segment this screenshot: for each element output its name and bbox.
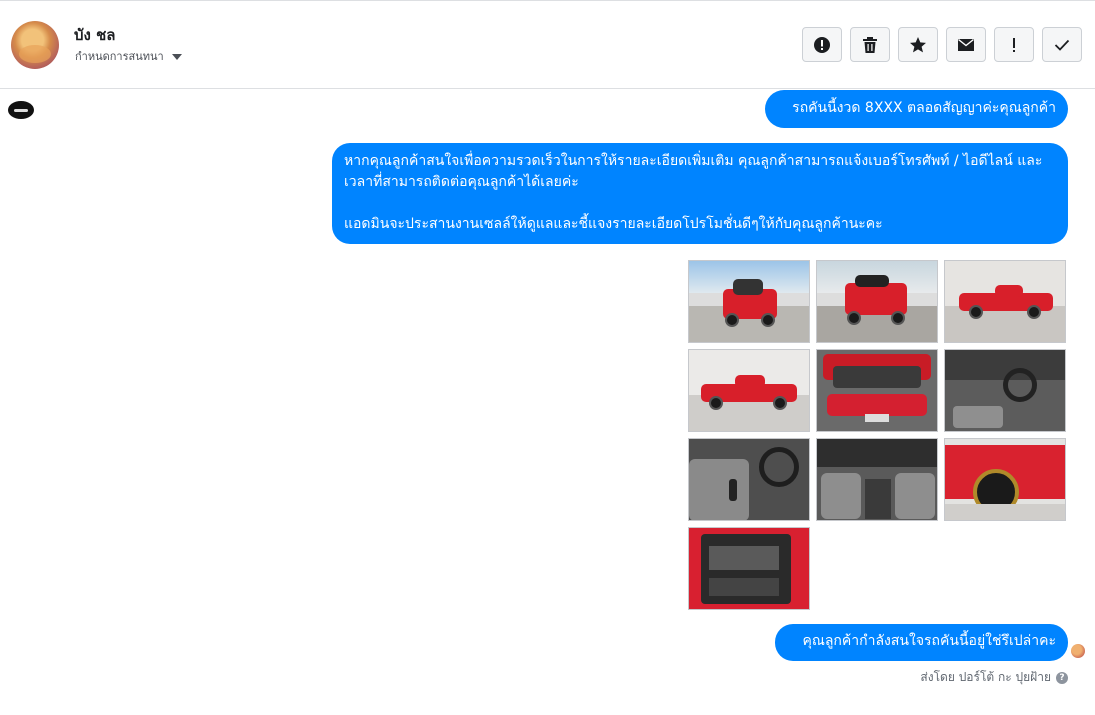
mark-done-button[interactable] (1042, 27, 1082, 62)
attachment-image[interactable] (944, 349, 1066, 432)
contact-name[interactable]: บัง ชล (74, 23, 115, 47)
message-bubble[interactable]: คุณลูกค้ากำลังสนใจรถคันนี้อยู่ใช่รึเปล่า… (775, 624, 1068, 661)
attachment-image[interactable] (816, 260, 938, 343)
envelope-icon (958, 38, 974, 51)
message-bubble[interactable]: หากคุณลูกค้าสนใจเพื่อความรวดเร็วในการให้… (332, 143, 1068, 244)
attachment-image[interactable] (944, 260, 1066, 343)
attachment-image[interactable] (688, 438, 810, 521)
message-bubble[interactable]: รถคันนี้งวด 8XXX ตลอดสัญญาค่ะคุณลูกค้า (765, 90, 1068, 128)
trash-icon (863, 36, 877, 53)
attachment-image[interactable] (816, 349, 938, 432)
mark-spam-button[interactable] (994, 27, 1034, 62)
attachment-image[interactable] (688, 349, 810, 432)
seen-avatar (1071, 644, 1085, 658)
exclamation-icon (1013, 37, 1015, 52)
action-toolbar (802, 27, 1082, 62)
check-icon (1054, 39, 1070, 51)
sent-by-label: ส่งโดย ปอร์โต้ กะ ปุยฝ้าย ? (920, 668, 1068, 687)
caret-down-icon (171, 53, 182, 60)
delete-button[interactable] (850, 27, 890, 62)
sent-by-text: ส่งโดย ปอร์โต้ กะ ปุยฝ้าย (920, 670, 1051, 684)
star-icon (910, 36, 926, 52)
page-logo-avatar (8, 101, 34, 119)
conversation-header: บัง ชล กำหนดการสนทนา (0, 0, 1095, 89)
help-icon[interactable]: ? (1056, 671, 1068, 684)
image-attachments (688, 260, 1068, 610)
report-icon (814, 36, 830, 53)
attachment-image[interactable] (944, 438, 1066, 521)
report-button[interactable] (802, 27, 842, 62)
attachment-image[interactable] (688, 527, 810, 610)
assign-conversation-dropdown[interactable]: กำหนดการสนทนา (75, 47, 182, 65)
assign-label: กำหนดการสนทนา (75, 50, 164, 63)
mark-unread-button[interactable] (946, 27, 986, 62)
star-button[interactable] (898, 27, 938, 62)
contact-avatar[interactable] (11, 21, 59, 69)
attachment-image[interactable] (688, 260, 810, 343)
attachment-image[interactable] (816, 438, 938, 521)
